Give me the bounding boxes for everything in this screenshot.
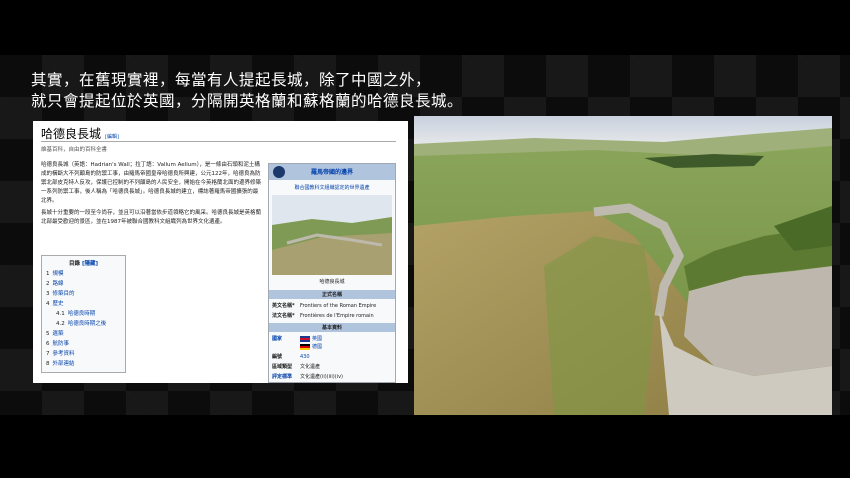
infobox-photo[interactable] — [272, 195, 392, 275]
row-key: 英文名稱* — [272, 303, 295, 309]
edit-link[interactable]: [編輯] — [105, 134, 119, 140]
hadrians-wall-photo — [414, 116, 832, 415]
row-key[interactable]: 評定標準 — [272, 373, 300, 381]
row-value: 文化遺產(ii)(iii)(iv) — [300, 374, 343, 380]
toc-item-number: 3 — [46, 291, 50, 297]
row-key[interactable]: 國家 — [272, 335, 300, 351]
toc-item[interactable]: 4.2 哈德良時期之後 — [46, 319, 121, 329]
infobox-row-number: 編號 430 — [269, 352, 395, 362]
toc-item-label[interactable]: 規模 — [53, 271, 64, 277]
toc-item[interactable]: 8 外部連結 — [46, 359, 121, 369]
infobox-row-region: 區域類型 文化遺產 — [269, 362, 395, 372]
germany-flag-icon — [300, 343, 310, 350]
infobox: 羅馬帝國的邊界 聯合國教科文組織認定的世界遺產 哈德良長城 正式名稱 英文名稱*… — [268, 163, 396, 383]
toc-title-text: 目錄 — [69, 261, 81, 267]
country-link-uk[interactable]: 英國 — [312, 336, 322, 342]
toc-item[interactable]: 6 航防事 — [46, 339, 121, 349]
infobox-section-basic: 基本資料 — [269, 323, 395, 332]
toc-item-number: 6 — [46, 341, 50, 347]
toc-item-number: 2 — [46, 281, 50, 287]
row-value: Frontières de l'Empire romain — [300, 313, 374, 319]
page-title-text: 哈德良長城 — [41, 127, 102, 141]
page-title: 哈德良長城 [編輯] — [41, 125, 119, 142]
article-paragraph-2: 長城十分重要的一段至今尚存，並且可以沿著當依步道領略它的風采。哈德良長城是英格蘭… — [41, 210, 262, 225]
toc-item-label[interactable]: 外部連結 — [53, 361, 75, 367]
infobox-title[interactable]: 羅馬帝國的邊界 — [311, 169, 353, 176]
uk-flag-icon — [300, 335, 310, 342]
toc-item-number: 7 — [46, 351, 50, 357]
wikipedia-screenshot: 哈德良長城 [編輯] 維基百科，自由的百科全書 哈德良長城（英語：Hadrian'… — [33, 121, 408, 383]
toc-item[interactable]: 4.1 哈德良時期 — [46, 309, 121, 319]
toc-item-number: 4.1 — [56, 311, 65, 317]
infobox-subtitle[interactable]: 聯合國教科文組織認定的世界遺產 — [269, 180, 395, 195]
toc-item[interactable]: 1 規模 — [46, 269, 121, 279]
toc-hide-link[interactable]: [隱藏] — [82, 261, 98, 267]
toc-item-number: 1 — [46, 271, 50, 277]
toc-item[interactable]: 2 路線 — [46, 279, 121, 289]
article-paragraph-1: 哈德良長城（英語：Hadrian's Wall；拉丁語：Vallum Aeliu… — [41, 162, 262, 204]
toc-item-number: 8 — [46, 361, 50, 367]
row-key: 法文名稱* — [272, 313, 295, 319]
toc-item[interactable]: 7 參考資料 — [46, 349, 121, 359]
toc-item-label[interactable]: 歷史 — [53, 301, 64, 307]
toc-item-number: 5 — [46, 331, 50, 337]
row-value: Frontiers of the Roman Empire — [300, 303, 377, 309]
infobox-row-country: 國家 英國 德國 — [269, 334, 395, 352]
table-of-contents: 目錄 [隱藏] 1 規模 2 路線 3 修築目的 4 歷史 4.1 哈德良時期 4.2 哈德良時期之後… — [41, 255, 126, 373]
title-divider — [41, 141, 396, 142]
toc-item-label[interactable]: 哈德良時期之後 — [68, 321, 107, 327]
toc-title: 目錄 [隱藏] — [46, 259, 121, 269]
toc-item-number: 4.2 — [56, 321, 65, 327]
page-subtitle: 維基百科，自由的百科全書 — [41, 147, 108, 153]
toc-list: 1 規模 2 路線 3 修築目的 4 歷史 4.1 哈德良時期 4.2 哈德良時期之後 5 遺築 6 航防事 7… — [46, 269, 121, 369]
toc-item[interactable]: 4 歷史 — [46, 299, 121, 309]
row-key: 編號 — [272, 354, 283, 360]
row-value[interactable]: 430 — [300, 353, 310, 361]
toc-item[interactable]: 3 修築目的 — [46, 289, 121, 299]
infobox-header: 羅馬帝國的邊界 — [269, 164, 395, 180]
toc-item-number: 4 — [46, 301, 50, 307]
row-key: 區域類型 — [272, 364, 293, 370]
row-value: 文化遺產 — [300, 364, 321, 370]
row-value: 英國 德國 — [300, 335, 322, 351]
toc-item-label[interactable]: 哈德良時期 — [68, 311, 96, 317]
caption-line-1: 其實，在舊現實裡，每當有人提起長城，除了中國之外， — [31, 71, 432, 89]
toc-item-label[interactable]: 路線 — [53, 281, 64, 287]
caption-line-2: 就只會提起位於英國，分隔開英格蘭和蘇格蘭的哈德良長城。 — [31, 92, 464, 110]
toc-item-label[interactable]: 修築目的 — [53, 291, 75, 297]
country-link-germany[interactable]: 德國 — [312, 344, 322, 350]
toc-item-label[interactable]: 遺築 — [53, 331, 64, 337]
toc-item-label[interactable]: 參考資料 — [53, 351, 75, 357]
infobox-row-criteria: 評定標準 文化遺產(ii)(iii)(iv) — [269, 372, 395, 382]
article-body: 哈德良長城（英語：Hadrian's Wall；拉丁語：Vallum Aeliu… — [41, 161, 263, 230]
toc-item-label[interactable]: 航防事 — [53, 341, 70, 347]
infobox-row-french: 法文名稱* Frontières de l'Empire romain — [269, 311, 395, 321]
unesco-emblem-icon — [273, 166, 285, 178]
toc-item[interactable]: 5 遺築 — [46, 329, 121, 339]
infobox-photo-caption: 哈德良長城 — [319, 279, 345, 285]
infobox-row-english: 英文名稱* Frontiers of the Roman Empire — [269, 301, 395, 311]
slide-caption: 其實，在舊現實裡，每當有人提起長城，除了中國之外， 就只會提起位於英國，分隔開英… — [31, 70, 463, 112]
infobox-section-official: 正式名稱 — [269, 290, 395, 299]
